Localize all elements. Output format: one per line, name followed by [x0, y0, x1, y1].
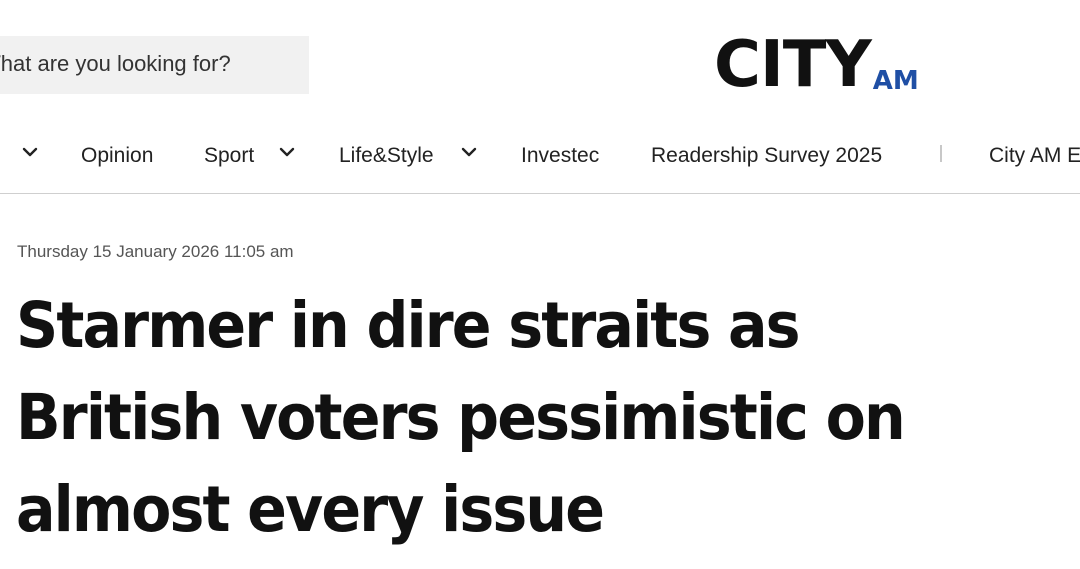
article-dateline: Thursday 15 January 2026 11:05 am [17, 242, 294, 261]
nav-item-opinion[interactable]: Opinion [81, 142, 153, 170]
chevron-down-icon[interactable] [277, 142, 297, 162]
page: What are you looking for? CITY AM Opinio… [0, 0, 1080, 569]
nav-item-investec[interactable]: Investec [521, 142, 599, 170]
city-am-logo[interactable]: CITY AM [714, 28, 919, 102]
nav-divider [940, 145, 942, 162]
search-placeholder: What are you looking for? [0, 51, 231, 76]
chevron-down-icon[interactable] [20, 142, 40, 162]
logo-am-text: AM [872, 66, 919, 96]
chevron-down-icon[interactable] [459, 142, 479, 162]
search-input[interactable]: What are you looking for? [0, 36, 309, 94]
logo-city-text: CITY [714, 28, 872, 102]
nav-item-sport[interactable]: Sport [204, 142, 254, 170]
article-headline: Starmer in dire straits as British voter… [16, 289, 906, 546]
nav-item-city-am-events[interactable]: City AM Events [989, 142, 1080, 170]
nav-item-lifestyle[interactable]: Life&Style [339, 142, 434, 170]
nav-item-readership-survey[interactable]: Readership Survey 2025 [651, 142, 882, 170]
main-nav: Opinion Sport Life&Style Investec Reader… [0, 118, 1080, 194]
